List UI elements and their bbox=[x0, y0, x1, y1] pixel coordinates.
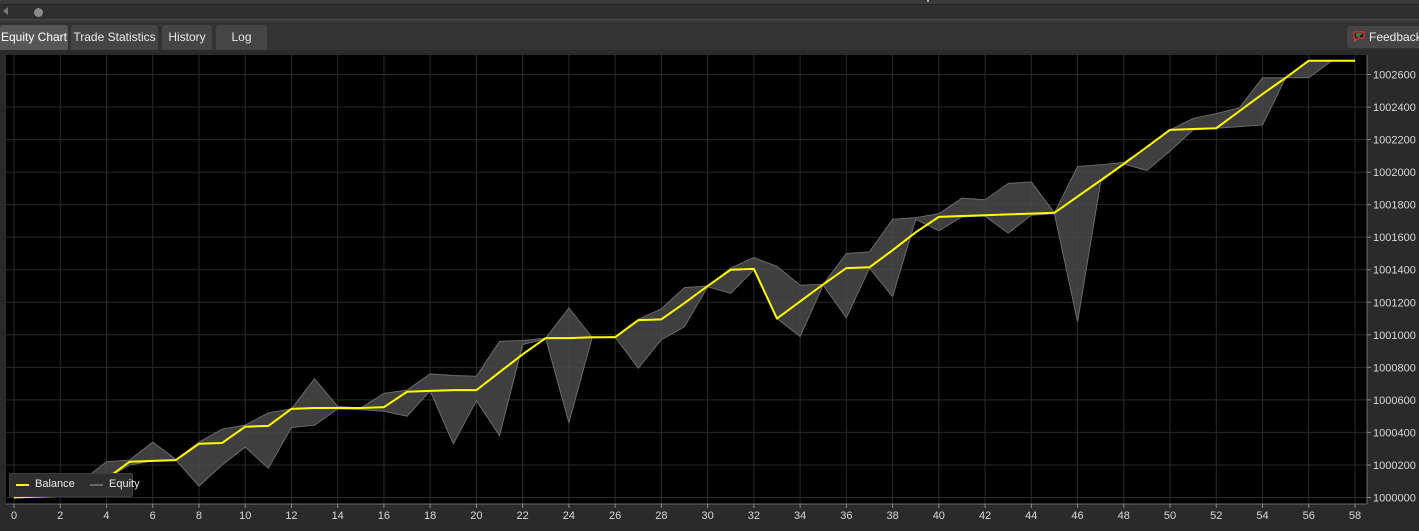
feedback-label: Feedback bbox=[1369, 30, 1419, 44]
y-tick-label: 1001200 bbox=[1373, 297, 1416, 309]
y-tick-label: 1000000 bbox=[1373, 492, 1416, 504]
equity-chart: 1000000 1000200 1000400 1000600 1000800 10010… bbox=[0, 50, 1419, 531]
x-tick-label: 0 bbox=[11, 510, 17, 522]
x-tick-label: 28 bbox=[655, 510, 667, 522]
x-tick-label: 6 bbox=[150, 510, 156, 522]
x-tick-label: 16 bbox=[378, 510, 390, 522]
x-tick-label: 8 bbox=[196, 510, 202, 522]
x-tick-label: 18 bbox=[424, 510, 436, 522]
x-tick-label: 14 bbox=[332, 510, 344, 522]
tab-equity-chart[interactable]: Equity Chart bbox=[0, 25, 68, 50]
x-tick-label: 32 bbox=[748, 510, 760, 522]
x-tick-label: 42 bbox=[979, 510, 991, 522]
y-tick-label: 1002200 bbox=[1373, 135, 1416, 147]
x-tick-label: 50 bbox=[1164, 510, 1176, 522]
x-tick-label: 44 bbox=[1025, 510, 1037, 522]
x-tick-label: 36 bbox=[840, 510, 852, 522]
x-tick-label: 24 bbox=[563, 510, 575, 522]
y-tick-label: 1000200 bbox=[1373, 460, 1416, 472]
y-axis-labels: 1000000 1000200 1000400 1000600 1000800 10010… bbox=[1367, 70, 1416, 504]
x-tick-label: 12 bbox=[285, 510, 297, 522]
x-axis-labels: 0 2 4 6 8 10 12 14 16 18 20 22 24 26 28 30 32 34 36 38 40 42 4… bbox=[11, 504, 1361, 522]
legend-balance-swatch bbox=[16, 484, 29, 486]
top-marker bbox=[927, 0, 929, 2]
y-tick-label: 1000800 bbox=[1373, 362, 1416, 374]
legend-equity-label: Equity bbox=[109, 478, 140, 490]
scroll-thumb[interactable] bbox=[34, 8, 43, 17]
y-tick-label: 1002000 bbox=[1373, 167, 1416, 179]
x-tick-label: 48 bbox=[1118, 510, 1130, 522]
x-tick-label: 34 bbox=[794, 510, 806, 522]
x-tick-label: 38 bbox=[886, 510, 898, 522]
legend-equity-swatch bbox=[90, 484, 103, 486]
y-tick-label: 1001800 bbox=[1373, 200, 1416, 212]
y-tick-label: 1002600 bbox=[1373, 70, 1416, 82]
x-tick-label: 2 bbox=[57, 510, 63, 522]
x-tick-label: 20 bbox=[470, 510, 482, 522]
y-tick-label: 1001000 bbox=[1373, 330, 1416, 342]
y-tick-label: 1000400 bbox=[1373, 427, 1416, 439]
y-tick-label: 1001400 bbox=[1373, 265, 1416, 277]
x-tick-label: 54 bbox=[1256, 510, 1268, 522]
scroll-left-arrow-icon[interactable] bbox=[3, 7, 8, 15]
x-tick-label: 40 bbox=[933, 510, 945, 522]
chart-legend: Balance Equity bbox=[9, 473, 140, 497]
x-tick-label: 10 bbox=[239, 510, 251, 522]
y-tick-label: 1002400 bbox=[1373, 102, 1416, 114]
x-tick-label: 52 bbox=[1210, 510, 1222, 522]
chart-svg: 1000000100020010004001000600100080010010… bbox=[6, 55, 1416, 522]
speech-bubble-icon bbox=[1353, 31, 1365, 42]
tab-trade-statistics[interactable]: Trade Statistics bbox=[71, 25, 158, 50]
x-tick-label: 30 bbox=[701, 510, 713, 522]
feedback-button[interactable]: Feedback bbox=[1347, 26, 1419, 48]
tab-log[interactable]: Log bbox=[216, 25, 267, 50]
tab-bar: Equity Chart Trade Statistics History Lo… bbox=[0, 22, 1419, 50]
y-tick-label: 1000600 bbox=[1373, 395, 1416, 407]
tab-history[interactable]: History bbox=[162, 25, 212, 50]
x-tick-label: 46 bbox=[1071, 510, 1083, 522]
y-tick-label: 1001600 bbox=[1373, 232, 1416, 244]
top-scrollbar-area bbox=[0, 0, 1419, 23]
horizontal-scrollbar[interactable] bbox=[0, 4, 1419, 20]
legend-balance-label: Balance bbox=[35, 478, 75, 490]
x-tick-label: 58 bbox=[1349, 510, 1361, 522]
x-tick-label: 56 bbox=[1303, 510, 1315, 522]
x-tick-label: 26 bbox=[609, 510, 621, 522]
x-tick-label: 4 bbox=[103, 510, 109, 522]
x-tick-label: 22 bbox=[517, 510, 529, 522]
